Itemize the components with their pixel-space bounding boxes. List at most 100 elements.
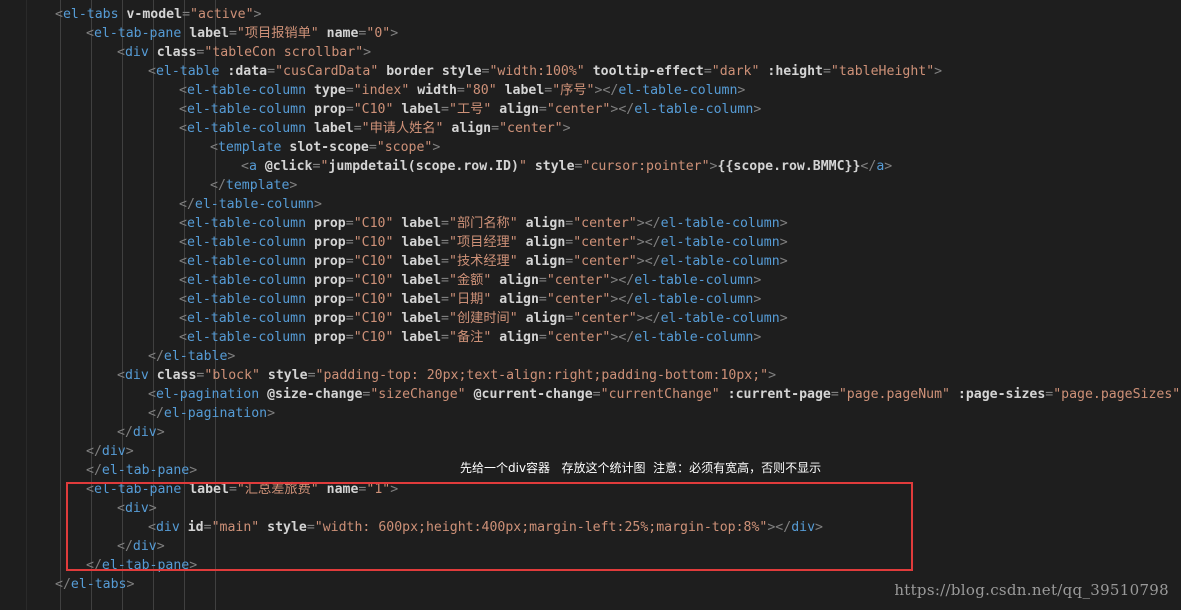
code-token: =	[441, 102, 449, 117]
code-token: el-table-column	[186, 235, 307, 250]
code-token: style	[259, 368, 308, 383]
code-token: div	[132, 425, 157, 440]
code-token: >	[753, 330, 762, 345]
code-token: class	[148, 368, 197, 383]
code-token: =	[822, 64, 831, 79]
code-token: =	[538, 330, 547, 345]
code-token: @size-change	[259, 387, 363, 402]
code-token: >	[753, 273, 762, 288]
code-token: "备注"	[449, 330, 492, 345]
code-token: =	[491, 121, 500, 136]
code-token: label	[393, 330, 442, 345]
code-token: "创建时间"	[449, 311, 518, 326]
code-token: =	[538, 292, 547, 307]
code-token: "center"	[573, 254, 637, 269]
code-token: >	[884, 159, 893, 174]
code-token: el-table	[155, 64, 220, 79]
code-line: <el-pagination @size-change = "sizeChange"…	[148, 385, 1181, 404]
code-token: </	[179, 197, 195, 212]
code-token: ></	[610, 292, 635, 307]
code-token: style	[526, 159, 575, 174]
code-line: <el-table-column prop="C10" label="技术经理"…	[179, 252, 788, 271]
code-token: align	[491, 102, 539, 117]
code-token: >	[267, 406, 276, 421]
code-token: el-tabs	[70, 577, 127, 592]
code-token: <	[179, 292, 187, 307]
code-token: el-tab-pane	[101, 463, 190, 478]
code-token: =	[228, 26, 237, 41]
code-line: <el-table-column prop="C10" label="部门名称"…	[179, 214, 788, 233]
code-token: "cusCardData"	[275, 64, 379, 79]
code-token: label	[393, 102, 442, 117]
watermark: https://blog.csdn.net/qq_39510798	[894, 581, 1169, 599]
code-token: align	[517, 235, 566, 250]
code-token: label	[393, 292, 442, 307]
code-token: <	[179, 83, 187, 98]
code-token: "日期"	[449, 292, 492, 307]
annotation-note: 先给一个div容器 存放这个统计图 注意：必须有宽高，否则不显示	[460, 461, 822, 475]
code-token: <	[241, 159, 249, 174]
code-token: "center"	[573, 235, 637, 250]
code-token: ></	[636, 216, 661, 231]
code-token: "项目经理"	[449, 235, 518, 250]
code-token: el-table-column	[186, 330, 307, 345]
code-line: </el-tab-pane>	[86, 461, 197, 480]
code-token: "padding-top: 20px;text-align:right;padd…	[315, 368, 769, 383]
code-token: ></	[610, 102, 635, 117]
code-token: "center"	[546, 292, 611, 307]
code-token: el-table	[163, 349, 228, 364]
code-line: <div class="tableCon scrollbar">	[117, 43, 371, 62]
code-token: prop	[306, 273, 346, 288]
code-token: prop	[306, 235, 346, 250]
code-token: label	[496, 83, 545, 98]
code-token: "C10"	[353, 235, 394, 250]
code-token: "center"	[546, 273, 611, 288]
code-token: "center"	[546, 330, 611, 345]
code-token: tooltip-effect	[584, 64, 704, 79]
code-token: =	[267, 64, 276, 79]
code-token: >	[156, 425, 165, 440]
code-token: align	[443, 121, 492, 136]
code-token: "center"	[573, 216, 637, 231]
code-token: "C10"	[353, 216, 394, 231]
code-token: <	[179, 102, 187, 117]
code-line: <el-table-column prop="C10" label="项目经理"…	[179, 233, 788, 252]
code-token: "C10"	[353, 292, 394, 307]
code-token: name	[318, 26, 359, 41]
code-token: >	[289, 178, 298, 193]
code-token: =	[830, 387, 839, 402]
code-token: "page.pageNum"	[838, 387, 950, 402]
code-token: el-table-column	[186, 292, 307, 307]
code-token: "center"	[499, 121, 563, 136]
code-token: "currentChange"	[600, 387, 720, 402]
code-token: "工号"	[449, 102, 492, 117]
code-token: :data	[219, 64, 268, 79]
code-line: <el-table-column type="index" width="80"…	[179, 81, 745, 100]
code-line: <el-tabs v-model="active">	[55, 5, 262, 24]
code-token: =	[345, 235, 354, 250]
code-token: el-table-column	[634, 102, 754, 117]
code-token: el-table-column	[186, 254, 307, 269]
code-line: </template>	[210, 176, 297, 195]
code-token: "申请人姓名"	[361, 121, 444, 136]
code-token: label	[393, 235, 442, 250]
code-token: =	[441, 330, 449, 345]
code-token: "block"	[204, 368, 260, 383]
code-token: >	[779, 311, 788, 326]
code-token: el-table-column	[186, 216, 307, 231]
code-token: el-tabs	[62, 7, 119, 22]
code-token: =	[368, 140, 377, 155]
code-token: "center"	[546, 102, 611, 117]
code-token: =	[307, 368, 316, 383]
code-token: jumpdetail(scope.row.ID)	[328, 159, 519, 174]
code-token: <	[179, 235, 187, 250]
code-token: >	[753, 102, 762, 117]
code-token: <	[210, 140, 218, 155]
code-token: label	[393, 273, 442, 288]
code-token: align	[491, 330, 539, 345]
code-token: =	[345, 254, 354, 269]
code-token: label	[306, 121, 354, 136]
code-token: "技术经理"	[449, 254, 518, 269]
code-token: >	[125, 444, 134, 459]
code-token: ></	[610, 273, 635, 288]
